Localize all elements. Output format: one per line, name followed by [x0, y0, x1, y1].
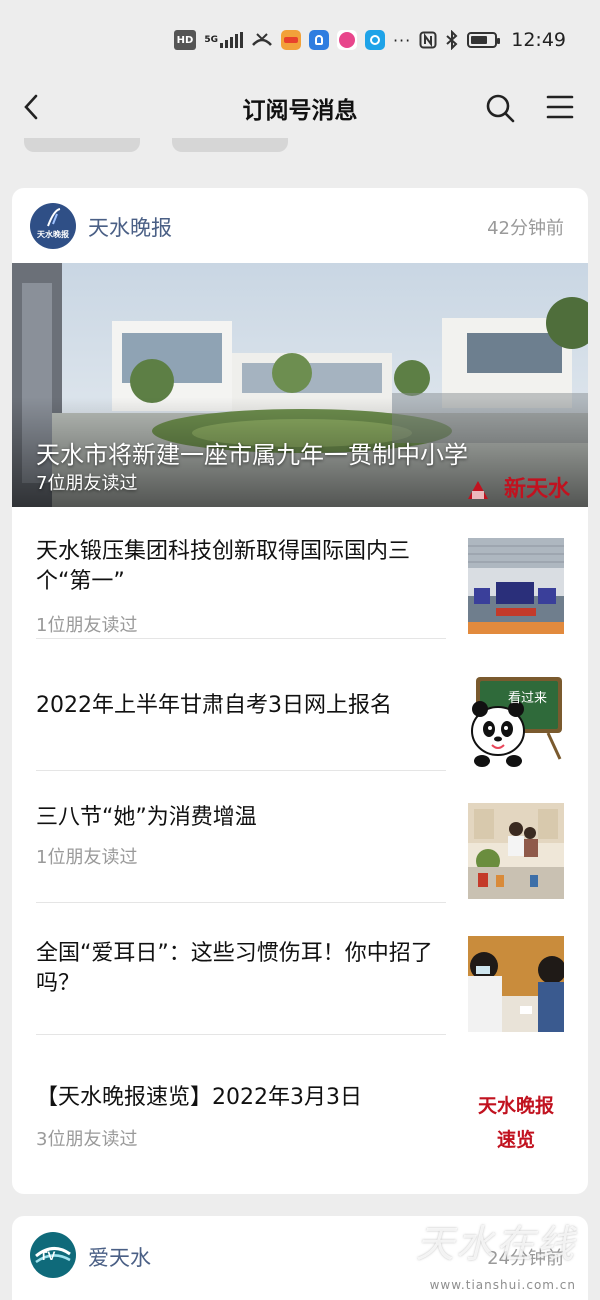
article-readers: 1位朋友读过	[36, 847, 138, 868]
app-search-icon	[364, 30, 385, 50]
newspaper-logo-icon	[47, 208, 61, 227]
network-label: 5G	[204, 35, 218, 45]
hero-article[interactable]: 天水市将新建一座市属九年一贯制中小学 7位朋友读过 新天水	[12, 263, 588, 507]
article-readers: 1位朋友读过	[36, 615, 138, 636]
site-watermark: 天水在线 www.tianshui.com.cn	[390, 1218, 590, 1298]
avatar[interactable]: TV	[30, 1232, 76, 1278]
thumbnail-text-line1: 天水晚报	[477, 1095, 554, 1117]
source-name[interactable]: 爱天水	[88, 1242, 151, 1272]
new-tianshui-logo: 新天水	[464, 471, 574, 503]
list-item[interactable]: 【天水晚报速览】2022年3月3日 3位朋友读过 天水晚报 速览	[12, 1035, 588, 1167]
ear-checkup-photo	[468, 936, 564, 1032]
previous-item-stub	[172, 138, 288, 152]
app-red-icon	[280, 30, 301, 50]
clock: 12:49	[511, 29, 566, 51]
avatar[interactable]: 天水晚报	[30, 203, 76, 249]
list-item[interactable]: 三八节“她”为消费增温 1位朋友读过	[12, 771, 588, 903]
factory-expo-photo	[468, 538, 564, 634]
battery-icon	[467, 30, 501, 50]
hd-icon: HD	[173, 30, 197, 50]
article-thumbnail	[468, 538, 564, 634]
subscription-card: 天水晚报 天水晚报 42分钟前 天水市将新建一座市属九年一贯制中小学 7位朋友读…	[12, 188, 588, 1194]
more-notifications-icon: ···	[392, 30, 412, 50]
list-item[interactable]: 全国“爱耳日”：这些习惯伤耳！你中招了吗？	[12, 903, 588, 1035]
hero-logo-text: 新天水	[504, 476, 571, 502]
watermark-url: www.tianshui.com.cn	[429, 1278, 576, 1292]
article-title: 【天水晚报速览】2022年3月3日	[36, 1085, 362, 1110]
tv-logo-icon: TV	[35, 1247, 71, 1264]
card-header[interactable]: 天水晚报 天水晚报 42分钟前	[12, 188, 588, 263]
signal-icon: 5G	[204, 30, 243, 50]
back-icon[interactable]	[18, 92, 48, 122]
page-title: 订阅号消息	[242, 98, 358, 124]
article-readers: 3位朋友读过	[36, 1129, 138, 1150]
list-item[interactable]: 2022年上半年甘肃自考3日网上报名 看过来	[12, 639, 588, 771]
post-time: 42分钟前	[487, 218, 564, 239]
menu-icon[interactable]	[546, 94, 574, 120]
article-title: 2022年上半年甘肃自考3日网上报名	[36, 693, 392, 718]
article-title: 三八节“她”为消费增温	[36, 805, 257, 830]
app-blue-icon	[308, 30, 329, 50]
nav-bar: 订阅号消息	[0, 80, 600, 136]
hero-readers: 7位朋友读过	[36, 473, 138, 494]
app-pink-icon	[336, 30, 357, 50]
article-thumbnail: 天水晚报 速览	[468, 1071, 564, 1167]
missed-call-icon	[251, 30, 273, 50]
avatar-text: 天水晚报	[37, 230, 69, 239]
thumbnail-text-line2: 速览	[496, 1129, 535, 1151]
previous-item-stub	[24, 138, 140, 152]
svg-text:TV: TV	[40, 1249, 55, 1263]
source-name[interactable]: 天水晚报	[88, 212, 172, 242]
watermark-text: 天水在线	[415, 1222, 576, 1266]
status-bar: HD 5G ··· 12:49	[0, 0, 600, 80]
search-icon[interactable]	[484, 92, 516, 124]
bluetooth-icon	[445, 30, 459, 50]
list-item[interactable]: 天水锻压集团科技创新取得国际国内三个“第一” 1位朋友读过	[12, 507, 588, 639]
hero-title: 天水市将新建一座市属九年一贯制中小学	[36, 441, 468, 469]
nfc-icon	[419, 30, 437, 50]
article-title: 全国“爱耳日”：这些习惯伤耳！你中招了吗？	[36, 941, 433, 996]
article-thumbnail	[468, 936, 564, 1032]
thumbnail-caption: 看过来	[508, 691, 548, 706]
article-thumbnail	[468, 803, 564, 899]
shop-counter-photo	[468, 803, 564, 899]
article-title: 天水锻压集团科技创新取得国际国内三个“第一”	[36, 539, 411, 594]
article-thumbnail: 看过来	[468, 673, 564, 769]
